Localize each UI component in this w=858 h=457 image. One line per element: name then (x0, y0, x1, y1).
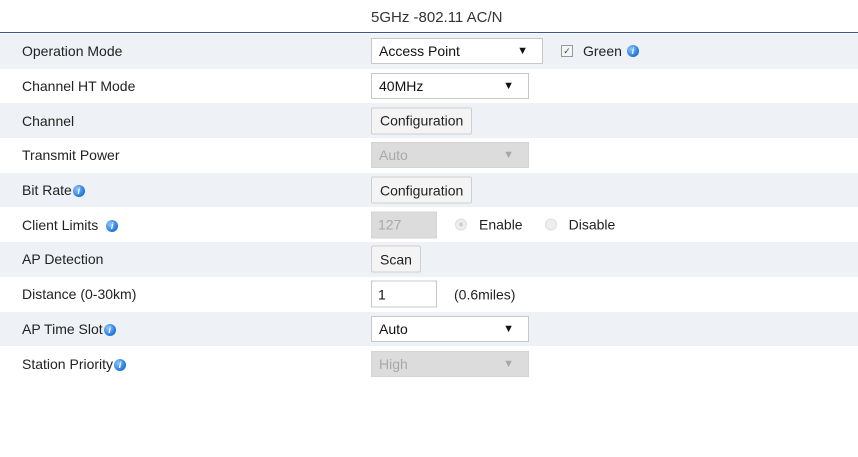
ap-time-slot-label: AP Time Slot (22, 320, 103, 337)
ap-time-slot-controls: Auto ▼ (371, 315, 529, 342)
ap-time-slot-value: Auto (379, 320, 408, 337)
client-limits-enable-label: Enable (479, 216, 523, 233)
station-priority-select[interactable]: High ▼ (371, 350, 529, 377)
info-icon[interactable]: i (72, 185, 85, 198)
transmit-power-value: Auto (379, 147, 408, 164)
scan-button[interactable]: Scan (371, 245, 421, 273)
operation-mode-controls: Access Point ▼ ✓ Green i (371, 38, 639, 65)
client-limits-disable-label: Disable (568, 216, 616, 233)
channel-ht-mode-controls: 40MHz ▼ (371, 73, 529, 100)
client-limits-enable-radio[interactable] (455, 218, 467, 231)
band-title: 5GHz -802.11 AC/N (371, 9, 503, 26)
client-limits-controls: 127 Enable Disable (371, 211, 616, 239)
station-priority-controls: High ▼ (371, 350, 529, 377)
station-priority-value: High (379, 355, 408, 372)
operation-mode-value: Access Point (379, 43, 460, 60)
settings-table: Operation Mode Access Point ▼ ✓ Green i … (0, 34, 858, 381)
station-priority-label: Station Priority (22, 355, 114, 372)
row-bit-rate: Bit Rate i Configuration (0, 172, 858, 208)
transmit-power-controls: Auto ▼ (371, 142, 529, 169)
ap-detection-label: AP Detection (22, 251, 104, 268)
chevron-down-icon: ▼ (503, 322, 514, 335)
channel-label: Channel (22, 112, 75, 129)
bit-rate-label: Bit Rate (22, 182, 72, 199)
row-operation-mode: Operation Mode Access Point ▼ ✓ Green i (0, 34, 858, 69)
row-client-limits: Client Limits i 127 Enable Disable (0, 207, 858, 242)
chevron-down-icon: ▼ (503, 357, 514, 370)
green-checkbox[interactable]: ✓ (561, 45, 573, 58)
operation-mode-select[interactable]: Access Point ▼ (371, 38, 543, 65)
ap-time-slot-select[interactable]: Auto ▼ (371, 315, 529, 342)
client-limits-label-group: Client Limits i (22, 216, 119, 233)
channel-controls: Configuration (371, 107, 473, 135)
distance-miles-text: (0.6miles) (454, 286, 516, 303)
transmit-power-select[interactable]: Auto ▼ (371, 142, 529, 169)
distance-controls: 1 (0.6miles) (371, 280, 516, 308)
bit-rate-configuration-button[interactable]: Configuration (371, 176, 473, 204)
info-icon[interactable]: i (114, 358, 127, 371)
distance-input[interactable]: 1 (371, 280, 437, 308)
station-priority-label-group: Station Priority i (22, 355, 127, 372)
channel-ht-mode-label: Channel HT Mode (22, 78, 136, 95)
channel-ht-mode-select[interactable]: 40MHz ▼ (371, 73, 529, 100)
bit-rate-controls: Configuration (371, 176, 473, 204)
row-distance: Distance (0-30km) 1 (0.6miles) (0, 277, 858, 312)
ap-time-slot-label-group: AP Time Slot i (22, 321, 116, 337)
client-limits-input[interactable]: 127 (371, 211, 437, 239)
band-header: 5GHz -802.11 AC/N (0, 0, 858, 33)
channel-ht-mode-value: 40MHz (379, 78, 424, 95)
ap-detection-controls: Scan (371, 245, 421, 273)
green-label: Green (583, 43, 622, 60)
operation-mode-label: Operation Mode (22, 43, 123, 60)
info-icon[interactable]: i (626, 45, 639, 58)
chevron-down-icon: ▼ (503, 149, 514, 162)
row-transmit-power: Transmit Power Auto ▼ (0, 138, 858, 173)
client-limits-label: Client Limits (22, 216, 99, 233)
bit-rate-label-group: Bit Rate i (22, 182, 85, 198)
row-ap-detection: AP Detection Scan (0, 242, 858, 277)
info-icon[interactable]: i (106, 219, 119, 232)
transmit-power-label: Transmit Power (22, 147, 120, 164)
row-station-priority: Station Priority i High ▼ (0, 346, 858, 381)
client-limits-disable-radio[interactable] (544, 218, 557, 231)
distance-label: Distance (0-30km) (22, 286, 137, 303)
info-icon[interactable]: i (103, 323, 116, 336)
wireless-settings-panel: 5GHz -802.11 AC/N Operation Mode Access … (0, 0, 858, 457)
row-channel: Channel Configuration (0, 103, 858, 139)
channel-configuration-button[interactable]: Configuration (371, 107, 473, 135)
chevron-down-icon: ▼ (503, 80, 514, 93)
chevron-down-icon: ▼ (517, 45, 528, 58)
row-ap-time-slot: AP Time Slot i Auto ▼ (0, 311, 858, 347)
row-channel-ht-mode: Channel HT Mode 40MHz ▼ (0, 69, 858, 104)
